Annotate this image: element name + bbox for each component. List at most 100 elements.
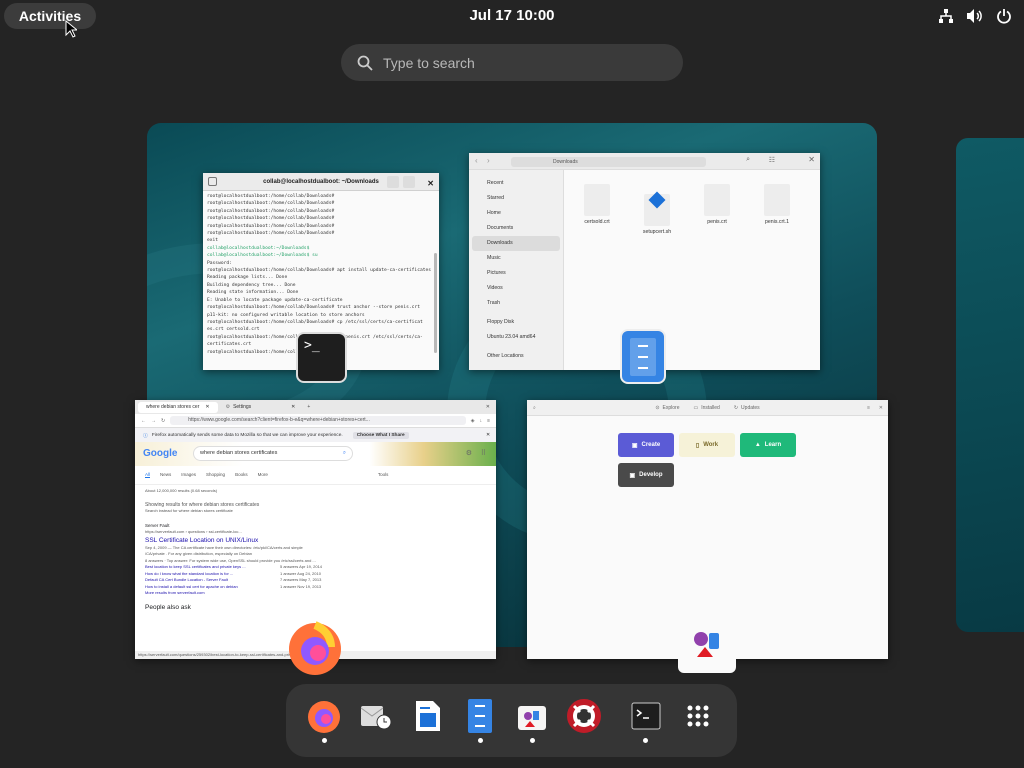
search-icon[interactable]: ⌕ xyxy=(533,405,536,411)
new-tab-icon[interactable] xyxy=(208,177,217,186)
close-icon[interactable]: ✕ xyxy=(486,433,490,438)
pocket-icon[interactable]: ◈ xyxy=(471,418,475,424)
terminal-line: Building dependency tree... Done xyxy=(207,282,296,288)
search-instead-link[interactable]: Search instead for where debian stores c… xyxy=(145,508,486,515)
sidebar-item-trash[interactable]: Trash xyxy=(469,296,563,311)
terminal-app-icon[interactable]: >_ xyxy=(296,332,347,383)
search-tab-tools[interactable]: Tools xyxy=(378,472,389,478)
tab-explore[interactable]: ⊙ Explore xyxy=(655,405,679,411)
close-icon[interactable]: ✕ xyxy=(808,155,815,164)
next-workspace[interactable] xyxy=(956,138,1024,632)
writer-icon[interactable] xyxy=(408,696,448,736)
category-create[interactable]: ▣ Create xyxy=(618,433,674,457)
files-grid[interactable]: certsold.crt setupcert.sh penis.crt penis.c… xyxy=(565,170,820,370)
category-learn[interactable]: ▲ Learn xyxy=(740,433,796,457)
search-tab-images[interactable]: Images xyxy=(181,472,196,478)
choose-share-button[interactable]: Choose What I Share xyxy=(352,431,409,439)
forward-icon[interactable]: › xyxy=(487,156,490,165)
search-query[interactable]: where debian stores certificates xyxy=(200,450,277,456)
url-bar[interactable]: https://www.google.com/search?client=fir… xyxy=(170,416,466,425)
close-icon[interactable]: ✕ xyxy=(879,405,883,411)
forward-icon[interactable]: → xyxy=(151,418,156,424)
sidebar-item-ubuntu-23-04-amd64[interactable]: Ubuntu 23.04 amd64 xyxy=(469,330,563,345)
volume-icon[interactable] xyxy=(965,6,985,26)
google-logo[interactable]: Google xyxy=(143,448,177,459)
app-grid-icon[interactable] xyxy=(678,696,718,736)
sidebar-item-starred[interactable]: Starred xyxy=(469,191,563,206)
browser-tab[interactable]: where debian stores cer ✕ xyxy=(138,401,218,413)
path-current[interactable]: Downloads xyxy=(553,159,578,165)
close-icon[interactable]: ✕ xyxy=(291,404,295,410)
tab-installed[interactable]: ▭ Installed xyxy=(693,405,719,411)
system-tray[interactable] xyxy=(936,6,1014,26)
help-icon[interactable] xyxy=(564,696,604,736)
sidebar-item-pictures[interactable]: Pictures xyxy=(469,266,563,281)
power-icon[interactable] xyxy=(994,6,1014,26)
menu-icon[interactable]: ≡ xyxy=(487,418,490,424)
browser-tab[interactable]: ⚙ Settings ✕ xyxy=(218,402,304,413)
telemetry-notice: ⓘ Firefox automatically sends some data … xyxy=(135,428,496,442)
sidebar-item-other-locations[interactable]: Other Locations xyxy=(469,349,563,364)
search-icon[interactable] xyxy=(387,176,399,188)
settings-icon[interactable]: ⚙ xyxy=(466,449,472,457)
category-develop[interactable]: ▣ Develop xyxy=(618,463,674,487)
file-item[interactable]: penis.crt.1 xyxy=(757,184,797,225)
close-icon[interactable]: ✕ xyxy=(427,175,434,193)
search-field[interactable]: Type to search xyxy=(341,44,683,81)
search-tab-shopping[interactable]: Shopping xyxy=(206,472,225,478)
new-tab-icon[interactable]: + xyxy=(307,404,310,410)
close-icon[interactable]: ✕ xyxy=(486,404,490,410)
files-sidebar[interactable]: Recent Starred Home Documents Downloads Music… xyxy=(469,170,564,370)
file-item[interactable]: certsold.crt xyxy=(577,184,617,225)
apps-icon[interactable]: ⠿ xyxy=(481,449,486,457)
file-item[interactable]: penis.crt xyxy=(697,184,737,225)
sidebar-item-floppy-disk[interactable]: Floppy Disk xyxy=(469,315,563,330)
more-results-link[interactable]: More results from serverfault.com xyxy=(145,590,486,597)
view-toggle-icon[interactable]: ☷ xyxy=(769,156,775,164)
installed-icon: ▭ xyxy=(693,404,699,411)
google-tabs[interactable]: All News Images Shopping Books More Tools xyxy=(135,466,496,485)
network-icon[interactable] xyxy=(936,6,956,26)
search-tab-books[interactable]: Books xyxy=(235,472,248,478)
files-app-icon[interactable] xyxy=(620,329,666,384)
terminal-scrollbar[interactable] xyxy=(434,253,437,353)
mail-clock-icon[interactable] xyxy=(356,696,396,736)
path-bar[interactable]: Downloads xyxy=(511,157,706,167)
files-icon[interactable] xyxy=(460,696,500,736)
firefox-icon[interactable] xyxy=(304,696,344,736)
result-title-link[interactable]: SSL Certificate Location on UNIX/Linux xyxy=(145,536,486,545)
software-icon[interactable] xyxy=(512,696,552,736)
file-item[interactable]: setupcert.sh xyxy=(637,184,677,235)
sidebar-item-downloads[interactable]: Downloads xyxy=(472,236,560,251)
files-titlebar[interactable]: ‹ › Downloads ⌕ ☷ ✕ xyxy=(469,153,820,170)
close-icon[interactable]: ✕ xyxy=(205,404,209,410)
downloads-icon[interactable]: ↓ xyxy=(480,418,483,424)
search-tab-all[interactable]: All xyxy=(145,472,151,478)
tab-updates[interactable]: ↻ Updates xyxy=(734,405,760,411)
activities-button[interactable]: Activities xyxy=(4,3,96,29)
menu-icon[interactable] xyxy=(403,176,415,188)
category-work[interactable]: ▯ Work xyxy=(679,433,735,457)
clock-label[interactable]: Jul 17 10:00 xyxy=(469,7,554,24)
search-tab-news[interactable]: News xyxy=(160,472,171,478)
software-headerbar[interactable]: ⌕ ⊙ Explore ▭ Installed ↻ Updates ≡ ✕ xyxy=(527,400,888,416)
google-search-input[interactable]: where debian stores certificates ⌕ xyxy=(193,446,353,461)
menu-icon[interactable]: ≡ xyxy=(867,405,870,411)
back-icon[interactable]: ‹ xyxy=(475,156,478,165)
search-icon[interactable]: ⌕ xyxy=(343,447,346,460)
terminal-titlebar[interactable]: collab@localhostdualboot: ~/Downloads ✕ xyxy=(203,173,439,191)
search-tab-more[interactable]: More xyxy=(258,472,268,478)
sidebar-item-music[interactable]: Music xyxy=(469,251,563,266)
sidebar-item-recent[interactable]: Recent xyxy=(469,176,563,191)
sidebar-item-home[interactable]: Home xyxy=(469,206,563,221)
sidebar-item-videos[interactable]: Videos xyxy=(469,281,563,296)
firefox-tabbar[interactable]: where debian stores cer ✕ ⚙ Settings ✕ + ✕ xyxy=(135,400,496,414)
terminal-icon[interactable] xyxy=(626,696,666,736)
back-icon[interactable]: ← xyxy=(141,418,146,424)
reload-icon[interactable]: ↻ xyxy=(161,418,165,424)
software-app-icon[interactable] xyxy=(678,617,736,673)
sidebar-item-documents[interactable]: Documents xyxy=(469,221,563,236)
search-icon[interactable]: ⌕ xyxy=(746,156,750,164)
firefox-app-icon[interactable] xyxy=(284,616,346,678)
search-placeholder[interactable]: Type to search xyxy=(383,55,475,71)
